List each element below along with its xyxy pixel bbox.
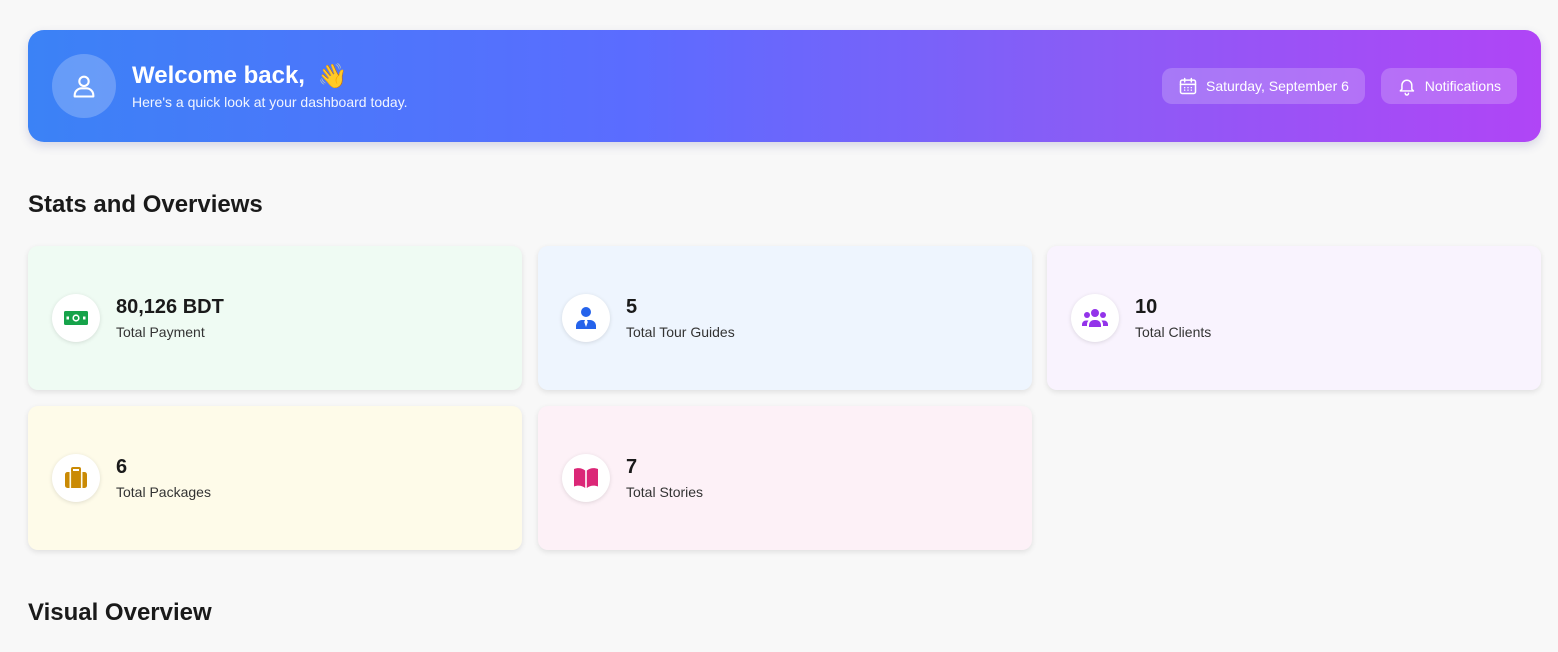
- suitcase-icon: [65, 467, 87, 488]
- bell-icon: [1399, 79, 1415, 96]
- card-icon-container: [562, 294, 610, 342]
- welcome-title: Welcome back, 👋: [132, 60, 348, 93]
- card-icon-container: [52, 294, 100, 342]
- stat-value: 10: [1135, 296, 1158, 318]
- stat-card-total-tour-guides[interactable]: 5 Total Tour Guides: [538, 246, 1032, 390]
- stat-label: Total Payment: [116, 324, 205, 340]
- card-icon-container: [562, 454, 610, 502]
- visual-overview-title: Visual Overview: [28, 599, 212, 626]
- card-icon-container: [52, 454, 100, 502]
- avatar[interactable]: [52, 54, 116, 118]
- stat-value: 80,126 BDT: [116, 296, 224, 318]
- book-open-icon: [574, 468, 598, 488]
- calendar-icon: [1179, 77, 1197, 95]
- user-icon: [73, 75, 95, 98]
- welcome-banner: Welcome back, 👋 Here's a quick look at y…: [28, 30, 1541, 142]
- stat-value: 6: [116, 456, 128, 478]
- stat-label: Total Packages: [116, 484, 211, 500]
- users-icon: [1082, 309, 1108, 327]
- stat-label: Total Clients: [1135, 324, 1212, 340]
- card-icon-container: [1071, 294, 1119, 342]
- stat-value: 5: [626, 296, 638, 318]
- stat-card-total-packages[interactable]: 6 Total Packages: [28, 406, 522, 550]
- date-pill[interactable]: Saturday, September 6: [1162, 68, 1365, 104]
- welcome-subtitle: Here's a quick look at your dashboard to…: [132, 94, 408, 110]
- stat-card-total-payment[interactable]: 80,126 BDT Total Payment: [28, 246, 522, 390]
- stat-label: Total Tour Guides: [626, 324, 735, 340]
- stat-card-total-clients[interactable]: 10 Total Clients: [1047, 246, 1541, 390]
- stat-value: 7: [626, 456, 638, 478]
- date-label: Saturday, September 6: [1206, 78, 1349, 94]
- user-tie-icon: [576, 307, 596, 329]
- stat-card-total-stories[interactable]: 7 Total Stories: [538, 406, 1032, 550]
- stat-label: Total Stories: [626, 484, 704, 500]
- money-icon: [64, 311, 88, 325]
- welcome-text: Welcome back,: [132, 62, 305, 89]
- wave-icon: 👋: [317, 62, 348, 90]
- stats-section-title: Stats and Overviews: [28, 191, 263, 218]
- notifications-label: Notifications: [1424, 78, 1501, 94]
- notifications-button[interactable]: Notifications: [1381, 68, 1517, 104]
